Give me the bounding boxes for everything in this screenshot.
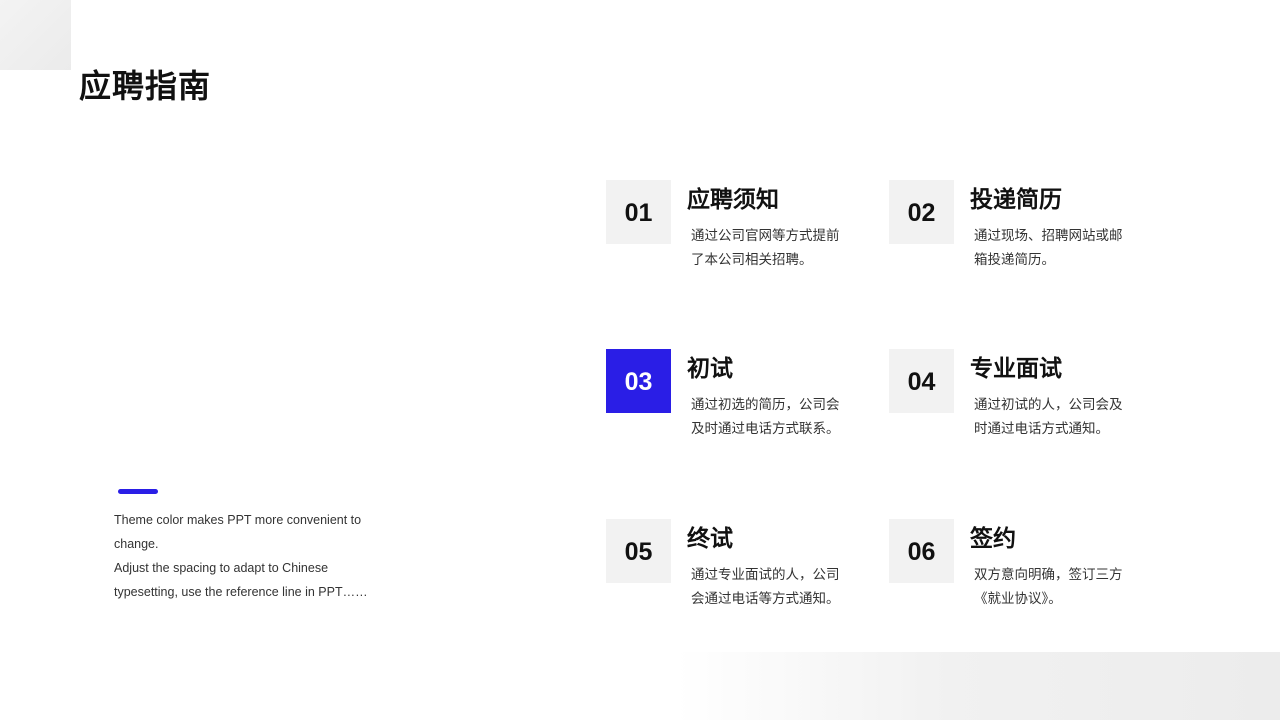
accent-bar	[118, 489, 158, 494]
step-number: 06	[889, 519, 954, 583]
step-title: 应聘须知	[687, 187, 779, 213]
step-card-03: 03 初试 通过初选的简历，公司会及时通过电话方式联系。	[606, 349, 866, 459]
step-title: 初试	[687, 356, 733, 382]
note-text: Theme color makes PPT more convenient to…	[114, 508, 384, 604]
step-card-04: 04 专业面试 通过初试的人，公司会及时通过电话方式通知。	[889, 349, 1149, 459]
step-description: 通过初选的简历，公司会及时通过电话方式联系。	[691, 397, 840, 437]
note-line-1: Theme color makes PPT more convenient to…	[114, 513, 362, 551]
step-description: 通过现场、招聘网站或邮箱投递简历。	[974, 228, 1123, 268]
step-title: 投递简历	[970, 187, 1062, 213]
step-card-01: 01 应聘须知 通过公司官网等方式提前了本公司相关招聘。	[606, 180, 866, 290]
note-line-2: Adjust the spacing to adapt to Chinese t…	[114, 561, 368, 599]
step-number-highlighted: 03	[606, 349, 671, 413]
bottom-gradient-band	[676, 652, 1280, 720]
step-number: 02	[889, 180, 954, 244]
step-title: 专业面试	[970, 356, 1062, 382]
step-number: 05	[606, 519, 671, 583]
step-card-06: 06 签约 双方意向明确，签订三方《就业协议》。	[889, 519, 1149, 629]
step-description: 通过初试的人，公司会及时通过电话方式通知。	[974, 397, 1123, 437]
step-description: 通过公司官网等方式提前了本公司相关招聘。	[691, 228, 840, 268]
step-description: 双方意向明确，签订三方《就业协议》。	[974, 567, 1123, 607]
page-title: 应聘指南	[79, 67, 212, 105]
slide: 应聘指南 Theme color makes PPT more convenie…	[0, 0, 1280, 720]
step-number: 01	[606, 180, 671, 244]
step-number: 04	[889, 349, 954, 413]
step-title: 签约	[970, 526, 1016, 552]
step-description: 通过专业面试的人，公司会通过电话等方式通知。	[691, 567, 840, 607]
corner-decoration	[0, 0, 71, 70]
step-title: 终试	[687, 526, 733, 552]
step-card-02: 02 投递简历 通过现场、招聘网站或邮箱投递简历。	[889, 180, 1149, 290]
step-card-05: 05 终试 通过专业面试的人，公司会通过电话等方式通知。	[606, 519, 866, 629]
